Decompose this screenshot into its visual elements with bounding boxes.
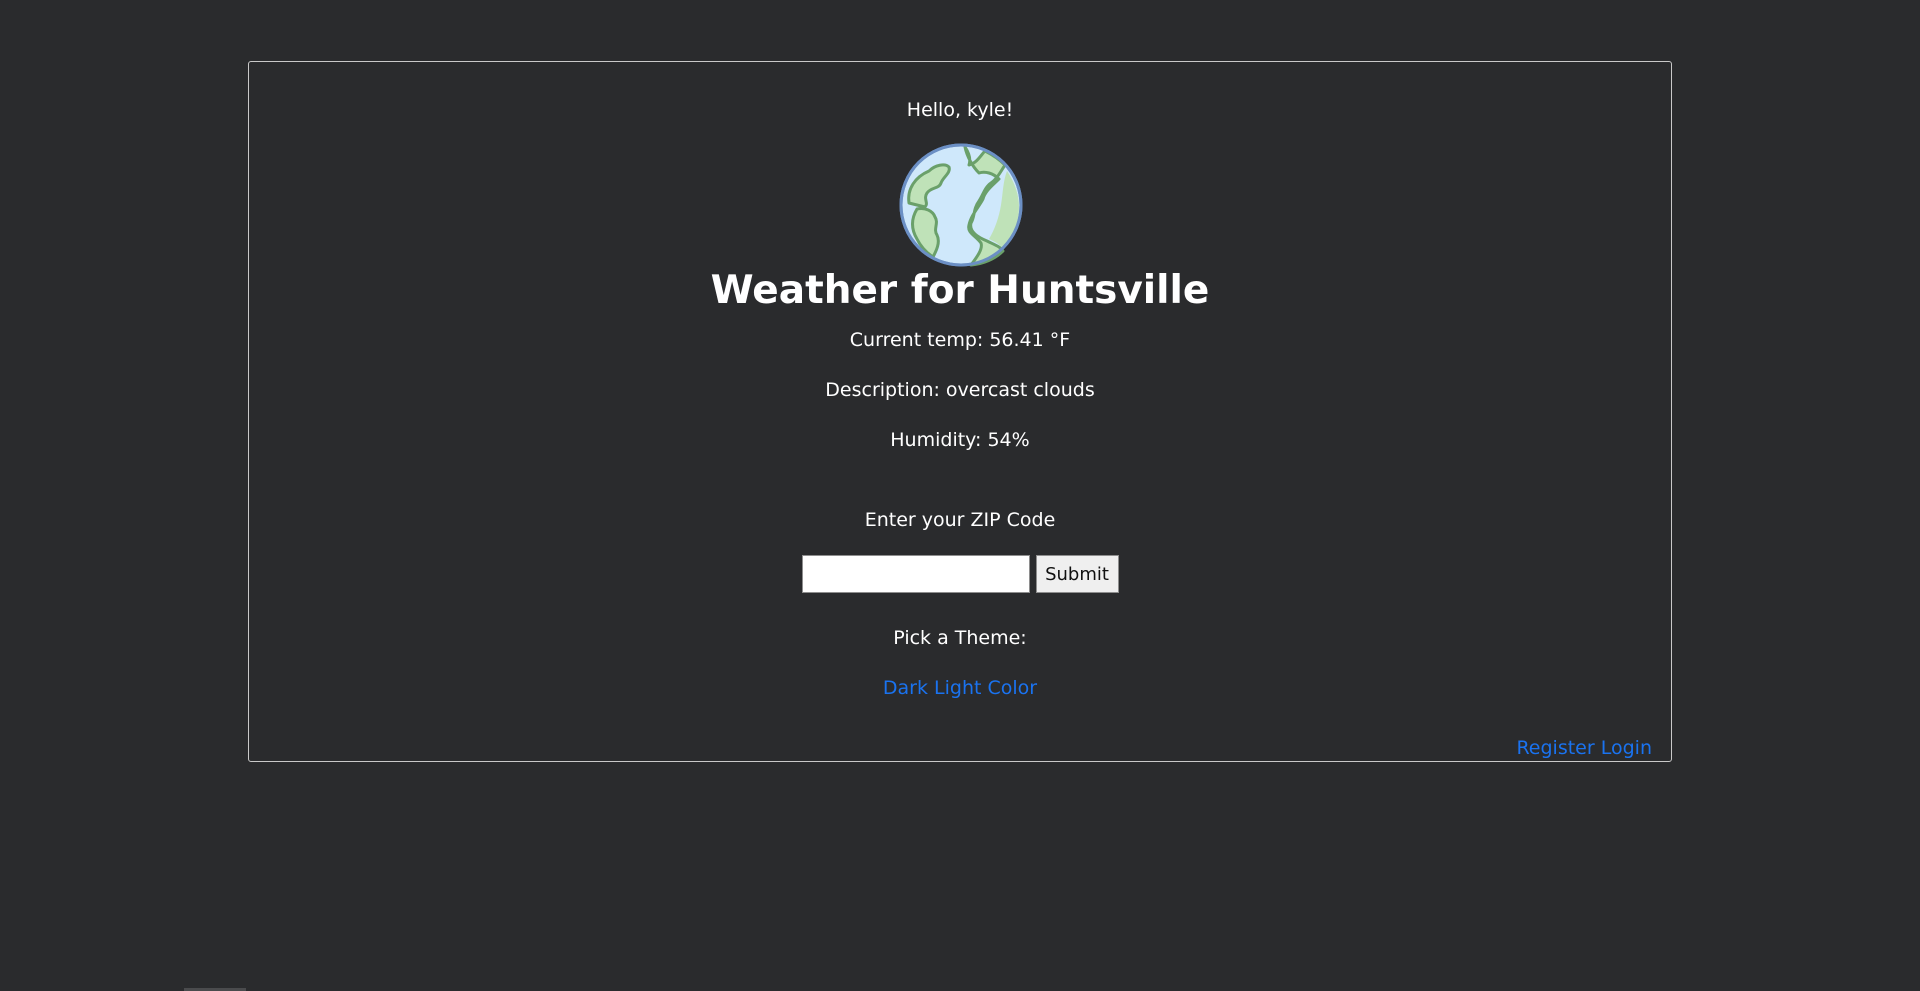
zip-form: Submit: [249, 555, 1671, 593]
weather-description: Description: overcast clouds: [825, 379, 1095, 401]
theme-dark-link[interactable]: Dark: [883, 677, 928, 699]
theme-label: Pick a Theme:: [893, 627, 1027, 649]
submit-button[interactable]: Submit: [1035, 555, 1119, 593]
zip-label: Enter your ZIP Code: [864, 509, 1056, 531]
page-title: Weather for Huntsville: [710, 268, 1210, 313]
weather-card: Hello, kyle! Weather for Huntsville Curr…: [248, 61, 1672, 762]
register-link[interactable]: Register: [1516, 737, 1594, 759]
auth-links: Register Login: [1516, 734, 1652, 762]
zip-input[interactable]: [801, 555, 1030, 593]
theme-links: Dark Light Color: [249, 674, 1671, 702]
theme-color-link[interactable]: Color: [988, 677, 1038, 699]
humidity: Humidity: 54%: [890, 429, 1030, 451]
greeting-text: Hello, kyle!: [906, 99, 1014, 121]
globe-icon: [899, 143, 1023, 267]
current-temp: Current temp: 56.41 °F: [849, 329, 1071, 351]
theme-light-link[interactable]: Light: [934, 677, 981, 699]
login-link[interactable]: Login: [1601, 737, 1652, 759]
